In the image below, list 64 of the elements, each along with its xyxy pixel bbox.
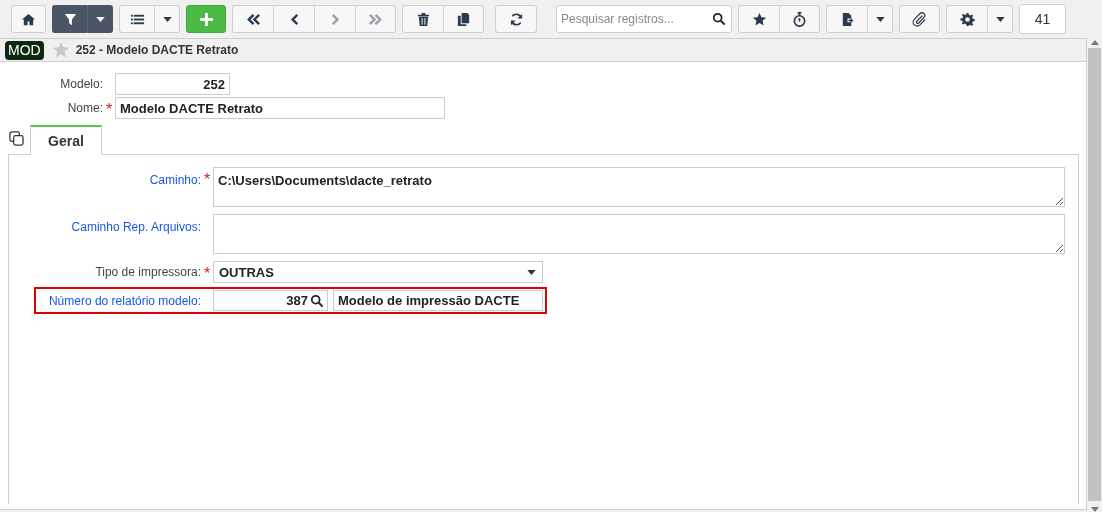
record-count: 41 (1019, 4, 1066, 34)
settings-button[interactable] (946, 5, 987, 33)
required-mark: * (203, 264, 211, 280)
filter-icon (62, 11, 78, 27)
resize-grip-icon (1055, 244, 1063, 252)
settings-icon (959, 11, 975, 27)
home-icon (21, 11, 36, 27)
module-badge: MOD (5, 40, 44, 60)
text-area[interactable]: C:\Users\Documents\dacte_retrato (213, 167, 1065, 207)
field-label: Caminho Rep. Arquivos: (71, 219, 201, 234)
filter-button[interactable] (52, 5, 87, 33)
export-dropdown-button[interactable] (867, 5, 893, 33)
export-button[interactable] (826, 5, 867, 33)
favorite-button[interactable] (738, 5, 779, 33)
resize-grip-icon (1055, 197, 1063, 205)
timer-button[interactable] (779, 5, 820, 33)
list-button[interactable] (119, 5, 154, 33)
record-title: 252 - Modelo DACTE Retrato (75, 43, 239, 57)
star-icon (751, 11, 767, 27)
copy-button[interactable] (443, 5, 484, 33)
attachment-button[interactable] (899, 5, 940, 33)
copy-icon[interactable] (9, 131, 24, 146)
scroll-down-icon (1090, 507, 1099, 512)
field-label: Número do relatório modelo: (48, 293, 201, 308)
search-field[interactable]: Pesquisar registros... (556, 5, 732, 33)
required-mark: * (203, 171, 211, 186)
caret-icon (995, 16, 1005, 22)
double-chevron-icon (368, 11, 383, 27)
star-icon[interactable] (51, 41, 70, 59)
filter-dropdown-button[interactable] (87, 5, 113, 33)
field-label: Nome: (67, 101, 103, 115)
stopwatch-icon (792, 11, 807, 27)
search-icon (310, 293, 324, 308)
paperclip-icon (912, 11, 927, 27)
caret-icon (162, 16, 172, 22)
plus-icon (198, 11, 214, 27)
name-field[interactable]: Modelo DACTE Retrato (115, 97, 445, 119)
scroll-up-icon (1090, 40, 1099, 45)
list-dropdown-button[interactable] (154, 5, 180, 33)
home-button[interactable] (11, 5, 46, 33)
refresh-icon (508, 11, 524, 27)
printer-type-dropdown[interactable]: OUTRAS (213, 261, 543, 283)
caret-icon (875, 16, 885, 22)
field-label: Caminho: (149, 172, 201, 187)
caret-icon (95, 16, 105, 22)
add-button[interactable] (186, 5, 226, 33)
double-chevron-icon (245, 11, 261, 27)
report-description-field: Modelo de impressão DACTE (333, 290, 543, 311)
search-icon (712, 12, 726, 26)
tab[interactable]: Geral (30, 125, 102, 155)
caret-icon (527, 269, 536, 275)
first-button[interactable] (232, 5, 273, 33)
previous-button[interactable] (273, 5, 314, 33)
delete-button[interactable] (402, 5, 443, 33)
refresh-button[interactable] (495, 5, 537, 33)
trash-icon (415, 11, 431, 27)
field-label: Tipo de impressora: (95, 265, 201, 279)
required-mark: * (105, 100, 113, 116)
copy-icon (456, 11, 471, 27)
settings-dropdown-button[interactable] (987, 5, 1013, 33)
report-number-field[interactable]: 387 (213, 290, 328, 311)
field-label: Modelo: (60, 77, 103, 91)
model-field[interactable]: 252 (115, 73, 230, 95)
scrollbar[interactable] (1087, 38, 1102, 512)
